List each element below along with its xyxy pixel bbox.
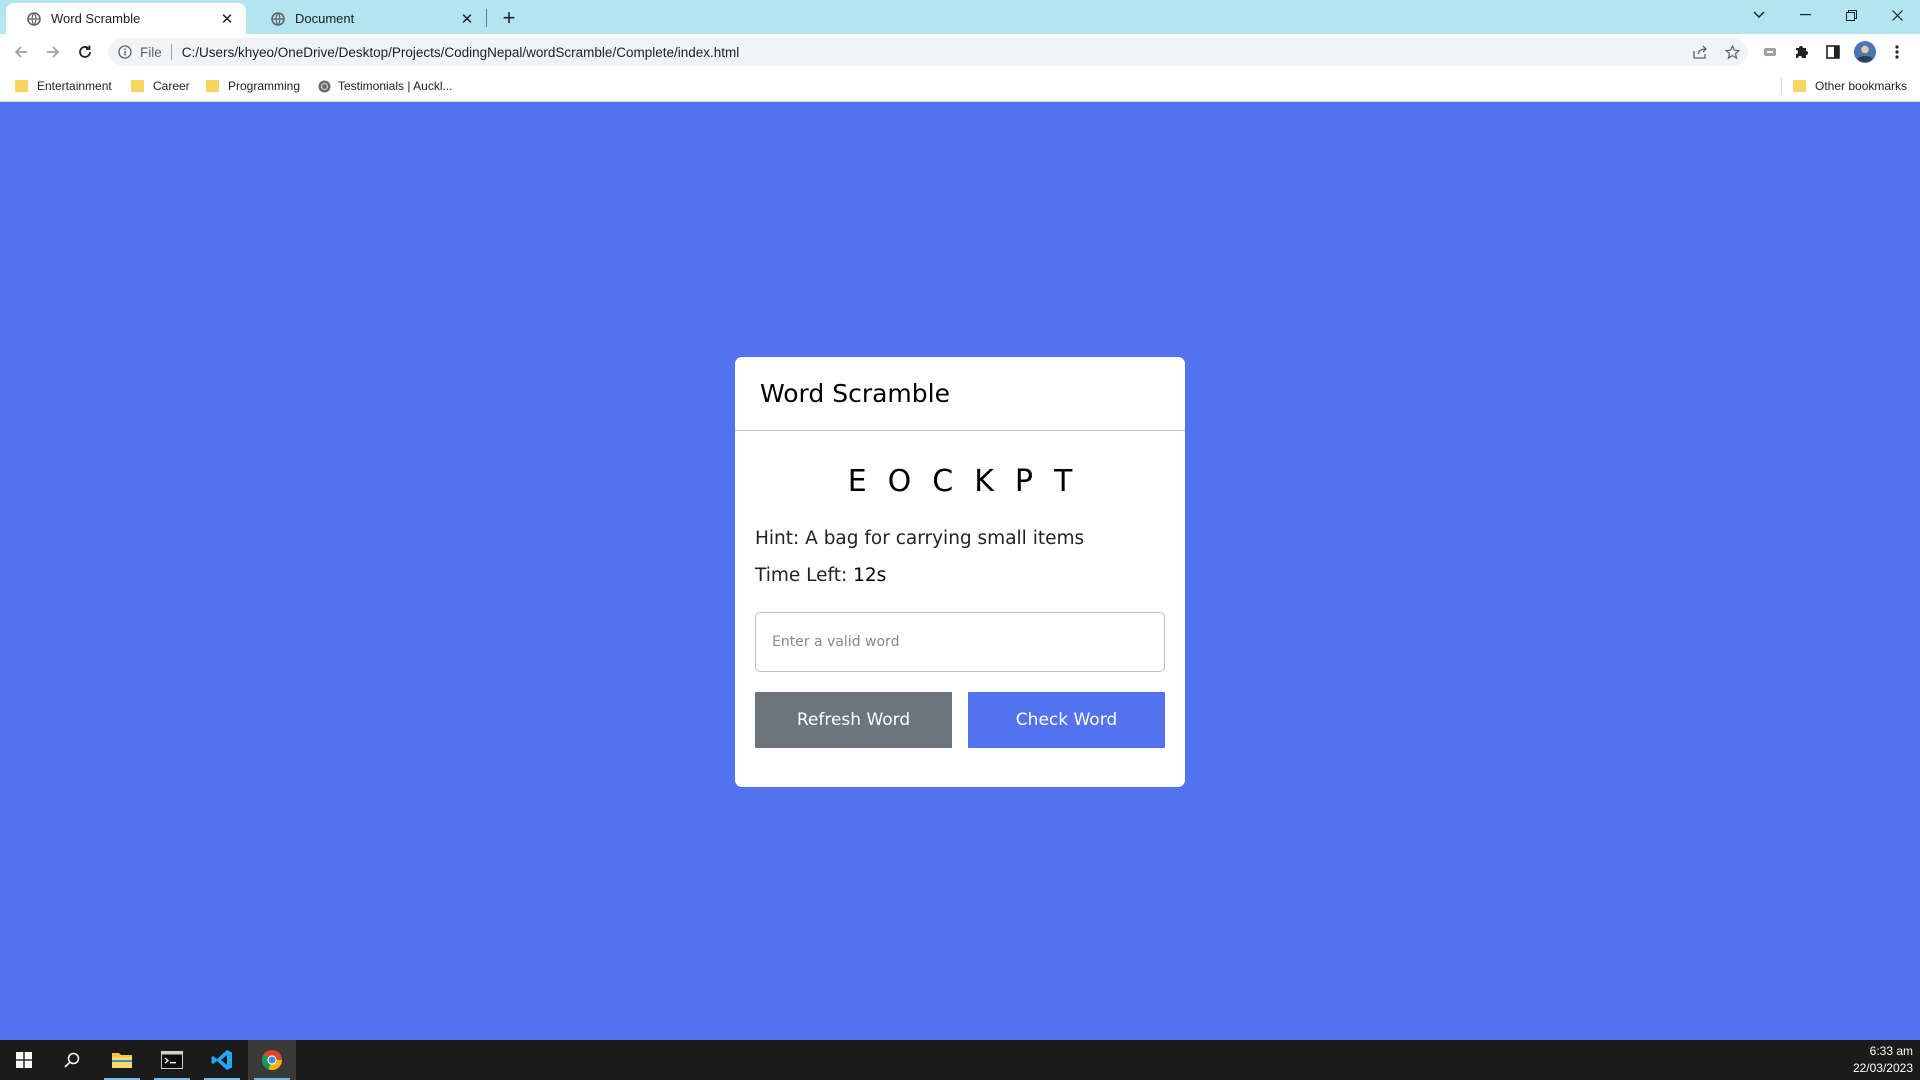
bookmark-entertainment[interactable]: Entertainment: [15, 77, 112, 95]
restore-icon[interactable]: [1828, 0, 1874, 30]
folder-icon: [1793, 80, 1806, 92]
bookmark-testimonials[interactable]: Testimonials | Auckl...: [318, 77, 453, 95]
scheme-label: File: [140, 44, 162, 60]
tab-search-icon[interactable]: [1736, 0, 1782, 30]
clock-date: 22/03/2023: [1852, 1061, 1913, 1075]
close-tab-icon[interactable]: ✕: [458, 10, 476, 28]
side-panel-icon[interactable]: [1820, 39, 1846, 65]
hint-label: Hint:: [755, 528, 800, 549]
address-bar[interactable]: File C:/Users/khyeo/OneDrive/Desktop/Pro…: [108, 38, 1748, 66]
divider: [170, 44, 172, 60]
site-info-icon[interactable]: [110, 45, 140, 59]
search-icon[interactable]: [48, 1040, 96, 1080]
start-icon[interactable]: [0, 1040, 48, 1080]
refresh-word-button[interactable]: Refresh Word: [755, 692, 952, 748]
tab-word-scramble[interactable]: Word Scramble ✕: [6, 3, 246, 34]
folder-icon: [206, 80, 219, 92]
game-details: Hint: A bag for carrying small items Tim…: [755, 526, 1165, 589]
site-favicon-icon: [318, 80, 331, 93]
bookmark-programming[interactable]: Programming: [206, 77, 300, 95]
bookmarks-bar: Entertainment Career Programming Testimo…: [0, 70, 1920, 102]
menu-kebab-icon[interactable]: [1884, 39, 1910, 65]
bookmark-star-icon[interactable]: [1716, 44, 1748, 60]
bookmark-label: Testimonials | Auckl...: [338, 79, 453, 93]
windows-taskbar: 6:33 am 22/03/2023: [0, 1040, 1920, 1080]
extensions-puzzle-icon[interactable]: [1788, 39, 1814, 65]
time-line: Time Left: 12s: [755, 563, 1165, 589]
game-title: Word Scramble: [735, 357, 1185, 431]
word-input[interactable]: [755, 612, 1165, 672]
new-tab-button[interactable]: +: [496, 5, 522, 31]
button-row: Refresh Word Check Word: [755, 692, 1165, 748]
time-value: 12: [853, 565, 877, 586]
minimize-icon[interactable]: [1782, 0, 1828, 30]
close-window-icon[interactable]: [1874, 0, 1920, 30]
time-label: Time Left:: [755, 565, 848, 586]
globe-icon: [270, 11, 285, 26]
other-bookmarks-label: Other bookmarks: [1815, 79, 1908, 93]
bookmark-label: Entertainment: [37, 79, 112, 93]
hint-text: A bag for carrying small items: [805, 528, 1085, 549]
terminal-icon[interactable]: [148, 1040, 196, 1080]
share-icon[interactable]: [1684, 45, 1716, 59]
bookmark-label: Programming: [228, 79, 301, 93]
url-text[interactable]: C:/Users/khyeo/OneDrive/Desktop/Projects…: [182, 45, 1684, 60]
tab-document[interactable]: Document ✕: [250, 3, 486, 34]
hint-line: Hint: A bag for carrying small items: [755, 526, 1165, 552]
vscode-icon[interactable]: [198, 1040, 246, 1080]
time-unit: s: [876, 565, 887, 586]
other-bookmarks[interactable]: Other bookmarks: [1793, 77, 1907, 95]
clock-time: 6:33 am: [1869, 1044, 1913, 1058]
folder-icon: [15, 80, 28, 92]
bookmark-label: Career: [153, 79, 190, 93]
file-explorer-icon[interactable]: [98, 1040, 146, 1080]
tab-separator: [486, 9, 487, 27]
close-tab-icon[interactable]: ✕: [218, 10, 236, 28]
bookmark-career[interactable]: Career: [131, 77, 190, 95]
globe-icon: [26, 11, 41, 26]
tab-strip: Word Scramble ✕ Document ✕ +: [0, 0, 1920, 34]
game-content: EOCKPT Hint: A bag for carrying small it…: [735, 464, 1185, 748]
divider: [1781, 78, 1782, 94]
scrambled-word: EOCKPT: [847, 464, 1094, 499]
browser-toolbar: File C:/Users/khyeo/OneDrive/Desktop/Pro…: [0, 34, 1920, 70]
reload-icon[interactable]: [72, 39, 98, 65]
tab-title: Document: [295, 11, 355, 26]
forward-arrow-icon[interactable]: [40, 39, 66, 65]
back-arrow-icon[interactable]: [8, 39, 34, 65]
folder-icon: [131, 80, 144, 92]
system-clock[interactable]: 6:33 am 22/03/2023: [1853, 1043, 1913, 1077]
tab-title: Word Scramble: [51, 11, 141, 26]
extension-badge-icon[interactable]: [1757, 39, 1783, 65]
word-scramble-card: Word Scramble EOCKPT Hint: A bag for car…: [735, 357, 1185, 787]
check-word-button[interactable]: Check Word: [968, 692, 1165, 748]
profile-avatar-icon[interactable]: [1852, 39, 1878, 65]
chrome-icon[interactable]: [248, 1040, 296, 1080]
